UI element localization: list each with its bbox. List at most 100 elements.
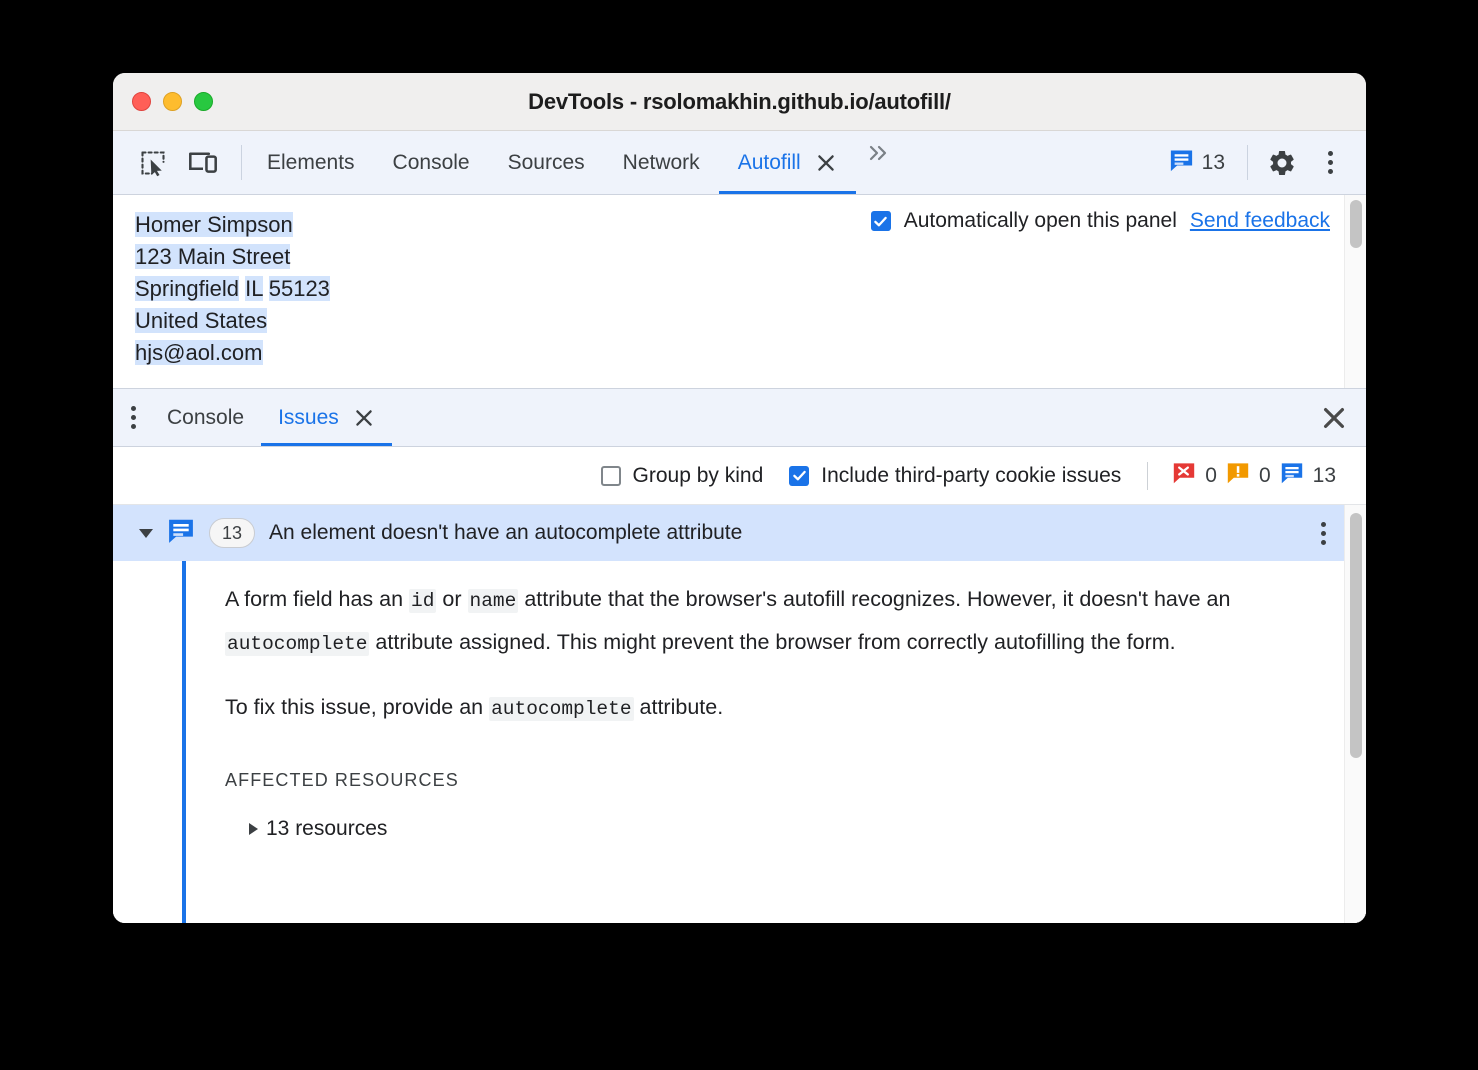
issues-scrollbar[interactable] xyxy=(1344,505,1366,923)
drawer-tab-issues[interactable]: Issues xyxy=(261,389,392,446)
error-count-group[interactable]: 0 xyxy=(1172,461,1217,491)
text-part: attribute. xyxy=(633,695,724,719)
drawer-tab-console[interactable]: Console xyxy=(150,389,261,446)
autofill-scrollbar[interactable] xyxy=(1344,195,1366,388)
window-minimize-button[interactable] xyxy=(163,92,182,111)
issues-badge[interactable]: 13 xyxy=(1159,148,1235,178)
text-part: To fix this issue, provide an xyxy=(225,695,490,719)
group-by-kind-label: Group by kind xyxy=(632,463,764,487)
close-icon[interactable] xyxy=(353,407,375,429)
tab-label: Issues xyxy=(278,405,339,429)
address-token: 55123 xyxy=(268,276,330,301)
chevron-right-icon xyxy=(249,823,258,835)
include-third-party-checkbox[interactable] xyxy=(789,465,810,486)
autofill-address-block: Homer Simpson 123 Main Street Springfiel… xyxy=(113,195,330,388)
address-line: hjs@aol.com xyxy=(135,337,330,369)
error-count: 0 xyxy=(1205,463,1217,487)
send-feedback-link[interactable]: Send feedback xyxy=(1190,209,1330,233)
autofill-scrollbar-thumb[interactable] xyxy=(1350,200,1362,248)
more-vertical-icon[interactable] xyxy=(1308,141,1352,185)
close-icon xyxy=(1323,407,1345,428)
drawer-tabs: Console Issues xyxy=(150,389,392,446)
more-vertical-dots xyxy=(1327,151,1333,174)
device-toolbar-icon[interactable] xyxy=(181,141,225,185)
issues-list: 13 An element doesn't have an autocomple… xyxy=(113,505,1366,923)
window-title: DevTools - rsolomakhin.github.io/autofil… xyxy=(528,88,951,114)
window-close-button[interactable] xyxy=(132,92,151,111)
issue-title: An element doesn't have an autocomplete … xyxy=(269,521,743,544)
auto-open-label: Automatically open this panel xyxy=(903,209,1177,232)
tab-elements[interactable]: Elements xyxy=(248,131,374,194)
address-token: Springfield xyxy=(135,276,239,301)
panel-tabs: Elements Console Sources Network Autofil… xyxy=(248,131,856,194)
tab-label: Console xyxy=(392,150,470,174)
text-part: A form field has an xyxy=(225,587,410,611)
tab-network[interactable]: Network xyxy=(604,131,719,194)
auto-open-checkbox[interactable] xyxy=(870,211,891,231)
issues-scrollbar-thumb[interactable] xyxy=(1350,513,1362,758)
tabbar-divider xyxy=(241,145,242,180)
warning-count: 0 xyxy=(1258,463,1271,487)
address-line: 123 Main Street xyxy=(135,241,330,273)
drawer-close-button[interactable] xyxy=(1320,389,1366,446)
window-maximize-button[interactable] xyxy=(194,92,213,111)
gear-icon[interactable] xyxy=(1260,141,1304,185)
more-vertical-icon xyxy=(131,406,136,429)
address-token: United States xyxy=(135,308,268,333)
tab-label: Elements xyxy=(267,150,355,174)
info-count-group[interactable]: 13 xyxy=(1280,461,1336,491)
group-by-kind-control[interactable]: Group by kind xyxy=(600,463,764,488)
tab-label: Console xyxy=(167,405,245,429)
include-third-party-control[interactable]: Include third-party cookie issues xyxy=(789,464,1121,488)
more-vertical-icon xyxy=(1321,521,1326,545)
chevron-down-icon[interactable] xyxy=(139,528,153,538)
info-count: 13 xyxy=(1312,463,1336,487)
issue-detail-content: A form field has an id or name attribute… xyxy=(113,579,1366,841)
window-titlebar: DevTools - rsolomakhin.github.io/autofil… xyxy=(113,73,1366,131)
code-token: name xyxy=(467,589,519,613)
issues-toolbar: Group by kind Include third-party cookie… xyxy=(113,447,1366,505)
tab-label: Autofill xyxy=(737,150,801,174)
info-issue-icon xyxy=(1280,461,1304,491)
tab-autofill[interactable]: Autofill xyxy=(718,131,856,194)
affected-resources-label: 13 resources xyxy=(266,817,388,840)
issue-count-badge: 13 xyxy=(209,518,255,548)
tabbar-divider-right xyxy=(1247,145,1248,180)
error-issue-icon xyxy=(1172,461,1196,491)
issue-detail: A form field has an id or name attribute… xyxy=(113,561,1366,923)
issue-row-menu-button[interactable] xyxy=(1321,521,1326,545)
autofill-panel-options: Automatically open this panel Send feedb… xyxy=(870,209,1330,233)
text-part: attribute that the browser's autofill re… xyxy=(518,587,1231,611)
address-token: hjs@aol.com xyxy=(135,340,263,365)
drawer-menu-button[interactable] xyxy=(113,389,136,446)
address-token: 123 Main Street xyxy=(135,244,291,269)
group-by-kind-checkbox[interactable] xyxy=(600,465,621,486)
traffic-lights xyxy=(132,92,213,111)
devtools-drawer: Console Issues Group by kind Include thi… xyxy=(113,389,1366,923)
issue-message-icon xyxy=(1169,148,1194,178)
close-icon[interactable] xyxy=(815,152,837,174)
devtools-window: DevTools - rsolomakhin.github.io/autofil… xyxy=(113,73,1366,923)
address-line: Homer Simpson xyxy=(135,209,330,241)
inspect-cursor-icon[interactable] xyxy=(131,141,175,185)
address-token: IL xyxy=(245,276,263,301)
tab-sources[interactable]: Sources xyxy=(489,131,604,194)
issue-paragraph-1: A form field has an id or name attribute… xyxy=(225,579,1306,665)
tab-console[interactable]: Console xyxy=(374,131,489,194)
address-line: Springfield IL 55123 xyxy=(135,273,330,305)
toolbar-divider xyxy=(1147,461,1149,490)
issue-row-header[interactable]: 13 An element doesn't have an autocomple… xyxy=(113,505,1366,561)
warning-count-group[interactable]: 0 xyxy=(1226,461,1271,491)
affected-resources-toggle[interactable]: 13 resources xyxy=(225,817,1306,841)
address-token: Homer Simpson xyxy=(135,212,293,237)
affected-resources-heading: AFFECTED RESOURCES xyxy=(225,770,459,790)
tab-label: Sources xyxy=(507,150,585,174)
autofill-panel: Homer Simpson 123 Main Street Springfiel… xyxy=(113,195,1366,389)
address-gap xyxy=(263,276,269,301)
code-token: autocomplete xyxy=(489,697,634,721)
double-chevron-right-icon[interactable] xyxy=(856,131,900,175)
tab-label: Network xyxy=(622,150,700,174)
text-part: attribute assigned. This might prevent t… xyxy=(369,630,1176,654)
tabbar-left-icons xyxy=(113,131,235,194)
text-part: or xyxy=(436,587,468,611)
